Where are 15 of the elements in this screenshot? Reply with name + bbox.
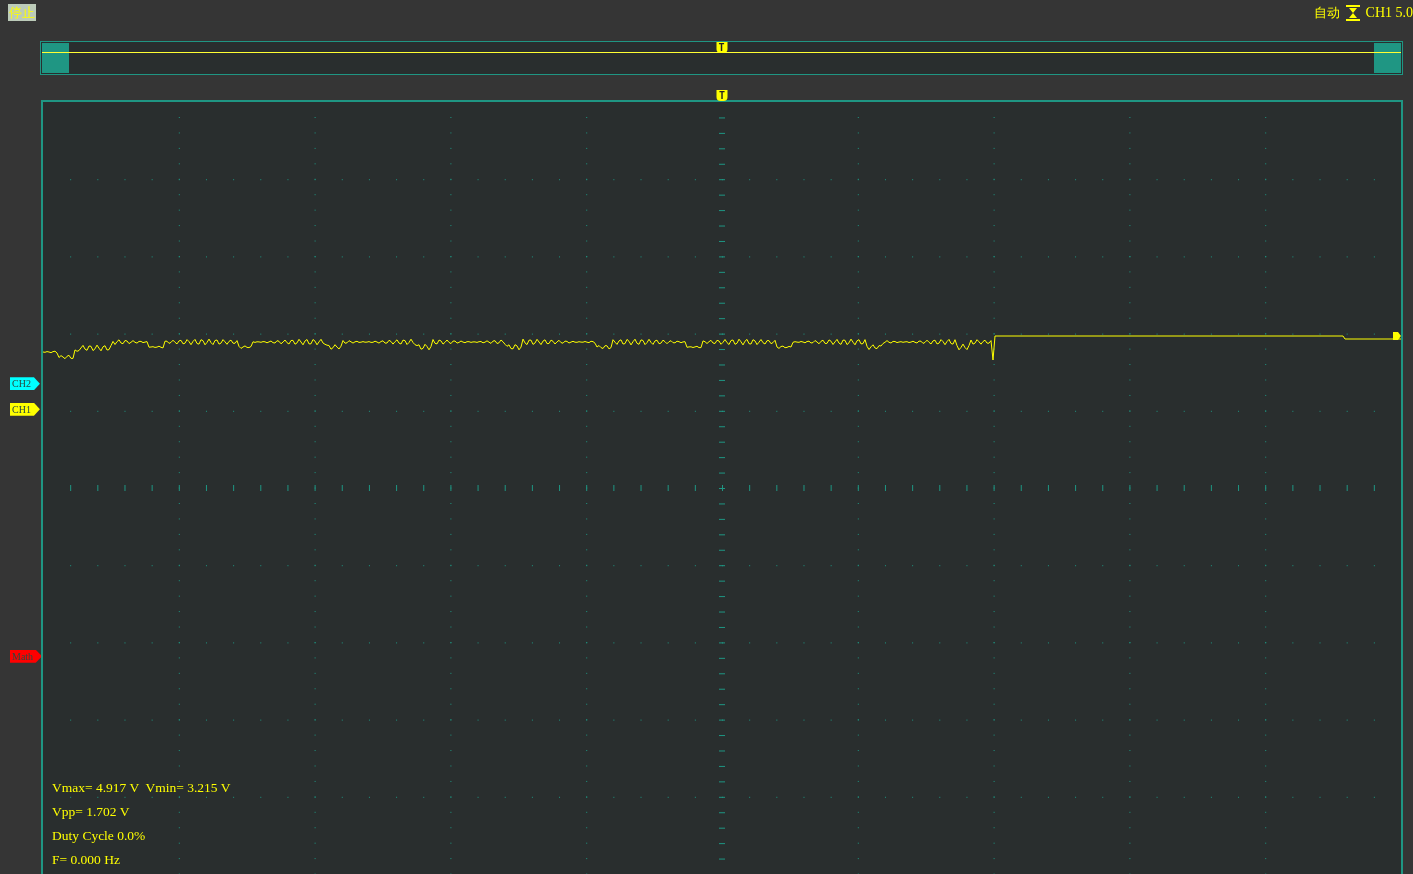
measurement-readout: Vmax= 4.917 V Vmin= 3.215 V: [52, 779, 231, 796]
trigger-source-label: CH1 5.0: [1365, 4, 1413, 21]
measurement-readout: Vpp= 1.702 V: [52, 803, 131, 820]
channel-marker[interactable]: CH2: [10, 377, 40, 391]
measurement-readout: Duty Cycle 0.0%: [52, 827, 147, 844]
waveform-overview-bar[interactable]: T: [40, 41, 1403, 76]
overview-handle[interactable]: [42, 43, 69, 74]
trigger-position-marker[interactable]: T: [716, 42, 727, 54]
channel-marker[interactable]: CH1: [10, 402, 40, 416]
overview-handle[interactable]: [1374, 43, 1401, 74]
trigger-edge-icon: [1345, 4, 1360, 21]
trigger-position-marker[interactable]: T: [716, 90, 728, 101]
trigger-level-icon[interactable]: [1393, 332, 1401, 340]
trigger-mode-label: 自动: [1313, 3, 1340, 22]
measurement-readout: F= 0.000 Hz: [52, 851, 121, 868]
